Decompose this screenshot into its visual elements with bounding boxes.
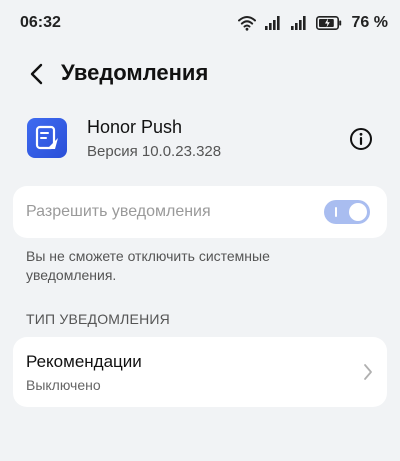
info-icon (350, 128, 372, 150)
signal-icon (290, 15, 308, 31)
allow-notifications-row: Разрешить уведомления (13, 186, 387, 238)
allow-notifications-label: Разрешить уведомления (26, 203, 211, 220)
chevron-left-icon (30, 63, 43, 85)
page-title: Уведомления (61, 60, 209, 85)
recommendations-title: Рекомендации (26, 352, 142, 371)
battery-percent: 76 % (351, 14, 388, 31)
section-title-notification-type: ТИП УВЕДОМЛЕНИЯ (26, 311, 170, 327)
info-button[interactable] (349, 127, 373, 151)
chevron-right-icon (364, 364, 372, 380)
app-name: Honor Push (87, 117, 183, 137)
honor-push-app-icon (27, 118, 67, 158)
toggle-knob (349, 203, 367, 221)
signal-icon (264, 15, 282, 31)
status-time: 06:32 (20, 14, 61, 31)
recommendations-row[interactable]: Рекомендации Выключено (13, 337, 387, 407)
battery-icon (315, 16, 342, 30)
app-info-row: Honor Push Версия 10.0.23.328 (0, 110, 400, 174)
header: Уведомления (0, 52, 400, 96)
wifi-icon (237, 15, 256, 31)
allow-notifications-toggle[interactable] (324, 200, 370, 224)
app-version: Версия 10.0.23.328 (87, 143, 222, 160)
recommendations-status: Выключено (26, 377, 101, 393)
back-button[interactable] (26, 62, 50, 86)
system-notifications-note: Вы не сможете отключить системные уведом… (26, 248, 270, 283)
toggle-on-mark (335, 207, 337, 217)
status-icons: 76 % (237, 14, 388, 32)
status-bar: 06:32 76 % (0, 0, 400, 48)
